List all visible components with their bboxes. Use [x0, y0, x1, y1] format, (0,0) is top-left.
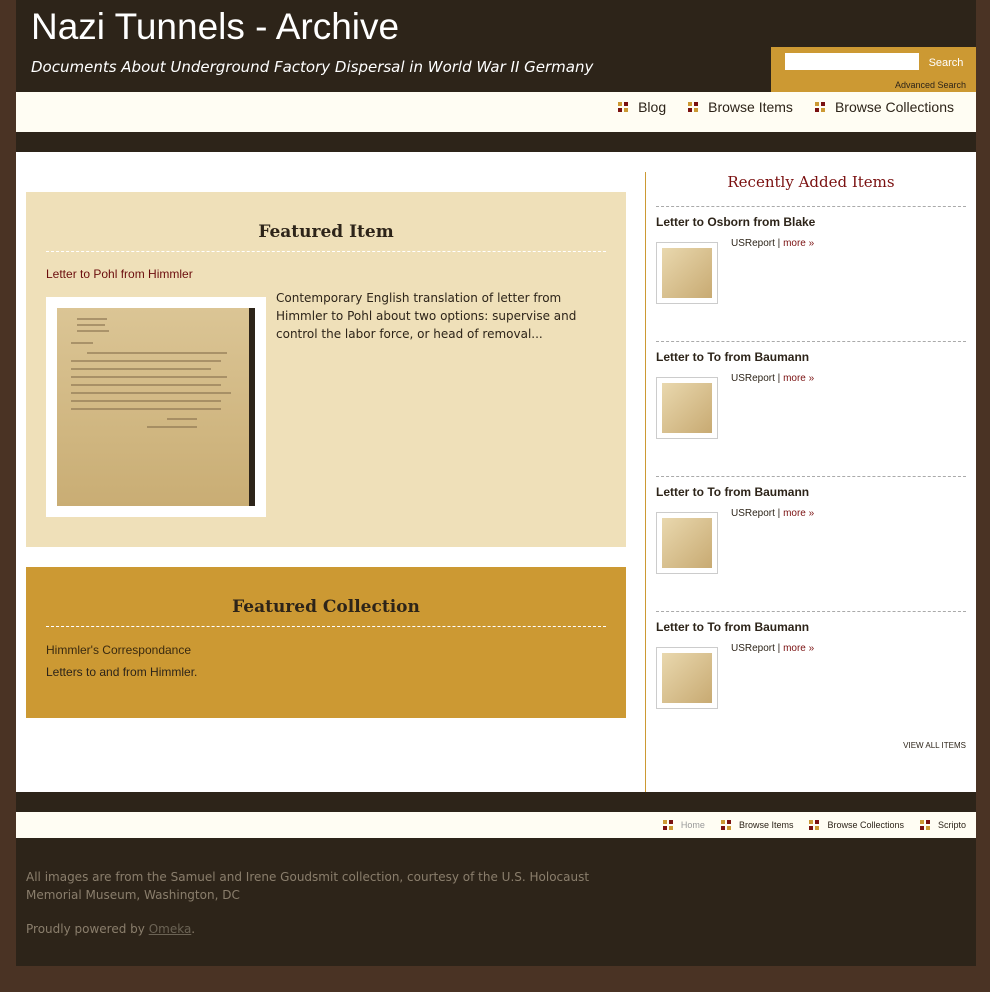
footer-nav-label: Scripto — [937, 820, 966, 830]
column-divider — [645, 172, 646, 792]
featured-item-description: Contemporary English translation of lett… — [276, 291, 577, 341]
recent-item-meta: USReport | more » — [731, 508, 815, 519]
square-bullet-icon — [814, 102, 825, 112]
divider — [46, 626, 606, 627]
more-link[interactable]: more » — [783, 643, 814, 654]
square-bullet-icon — [618, 102, 629, 112]
footer-divider-strip — [16, 792, 976, 812]
recent-item-title[interactable]: Letter to Osborn from Blake — [656, 215, 815, 229]
site-title[interactable]: Nazi Tunnels - Archive — [31, 6, 399, 48]
site-header: Nazi Tunnels - Archive Documents About U… — [16, 0, 976, 92]
document-image — [57, 308, 255, 506]
footer-nav-scripto[interactable]: Scripto — [919, 820, 966, 830]
item-type: USReport — [731, 643, 775, 654]
recent-item: Letter to Osborn from Blake USReport | m… — [656, 206, 966, 341]
more-link[interactable]: more » — [783, 238, 814, 249]
recent-item-thumbnail[interactable] — [656, 647, 718, 709]
recent-item-title[interactable]: Letter to To from Baumann — [656, 485, 809, 499]
item-type: USReport — [731, 508, 775, 519]
footer-powered-by: Proudly powered by Omeka. — [26, 922, 196, 936]
nav-item-label: Browse Collections — [834, 99, 954, 115]
more-link[interactable]: more » — [783, 373, 814, 384]
square-bullet-icon — [688, 102, 699, 112]
footer-nav-label: Browse Collections — [827, 820, 904, 830]
recent-item-meta: USReport | more » — [731, 238, 815, 249]
nav-item-label: Blog — [638, 99, 667, 115]
recent-item-meta: USReport | more » — [731, 373, 815, 384]
header-divider-strip — [16, 132, 976, 152]
recent-item-thumbnail[interactable] — [656, 242, 718, 304]
featured-collection-description: Letters to and from Himmler. — [46, 665, 198, 679]
square-bullet-icon — [662, 820, 673, 830]
search-input[interactable] — [785, 53, 919, 70]
search-form: Search Advanced Search — [771, 47, 976, 92]
recent-item-title[interactable]: Letter to To from Baumann — [656, 350, 809, 364]
recent-item-thumbnail[interactable] — [656, 512, 718, 574]
footer-nav-home[interactable]: Home — [662, 820, 705, 830]
omeka-link[interactable]: Omeka — [149, 922, 192, 936]
featured-item-thumbnail[interactable] — [46, 297, 266, 517]
main-content: Featured Item Letter to Pohl from Himmle… — [16, 152, 976, 792]
square-bullet-icon — [919, 820, 930, 830]
square-bullet-icon — [720, 820, 731, 830]
recent-item: Letter to To from Baumann USReport | mor… — [656, 611, 966, 746]
footer-credit: All images are from the Samuel and Irene… — [26, 870, 590, 902]
nav-item-browse-items[interactable]: Browse Items — [688, 99, 793, 115]
more-link[interactable]: more » — [783, 508, 814, 519]
recent-item: Letter to To from Baumann USReport | mor… — [656, 341, 966, 476]
featured-collection-heading: Featured Collection — [232, 597, 420, 617]
nav-item-blog[interactable]: Blog — [618, 99, 666, 115]
primary-nav: Blog Browse Items Browse Collections — [16, 92, 976, 132]
recent-item: Letter to To from Baumann USReport | mor… — [656, 476, 966, 611]
featured-collection-link[interactable]: Himmler's Correspondance — [46, 643, 191, 657]
featured-item-panel: Featured Item Letter to Pohl from Himmle… — [26, 192, 626, 547]
recently-added-heading: Recently Added Items — [727, 173, 895, 191]
recent-item-thumbnail[interactable] — [656, 377, 718, 439]
site-footer: All images are from the Samuel and Irene… — [16, 838, 976, 966]
footer-nav-browse-collections[interactable]: Browse Collections — [809, 820, 904, 830]
divider — [46, 251, 606, 252]
recent-item-title[interactable]: Letter to To from Baumann — [656, 620, 809, 634]
nav-item-label: Browse Items — [708, 99, 793, 115]
site-description: Documents About Underground Factory Disp… — [31, 58, 594, 76]
featured-item-heading: Featured Item — [258, 222, 394, 242]
featured-item-link[interactable]: Letter to Pohl from Himmler — [46, 267, 193, 281]
recent-item-meta: USReport | more » — [731, 643, 815, 654]
footer-nav-browse-items[interactable]: Browse Items — [720, 820, 794, 830]
advanced-search-link[interactable]: Advanced Search — [895, 80, 966, 90]
square-bullet-icon — [809, 820, 820, 830]
recently-added-sidebar: Recently Added Items Letter to Osborn fr… — [656, 170, 966, 746]
item-type: USReport — [731, 238, 775, 249]
search-button[interactable]: Search — [921, 53, 971, 72]
footer-nav: Home Browse Items Browse Collections Scr… — [16, 812, 976, 838]
item-type: USReport — [731, 373, 775, 384]
featured-collection-panel: Featured Collection Himmler's Correspond… — [26, 567, 626, 718]
footer-nav-label: Browse Items — [738, 820, 794, 830]
nav-item-browse-collections[interactable]: Browse Collections — [814, 99, 954, 115]
view-all-items-link[interactable]: VIEW ALL ITEMS — [903, 741, 966, 750]
footer-nav-label: Home — [680, 820, 705, 830]
